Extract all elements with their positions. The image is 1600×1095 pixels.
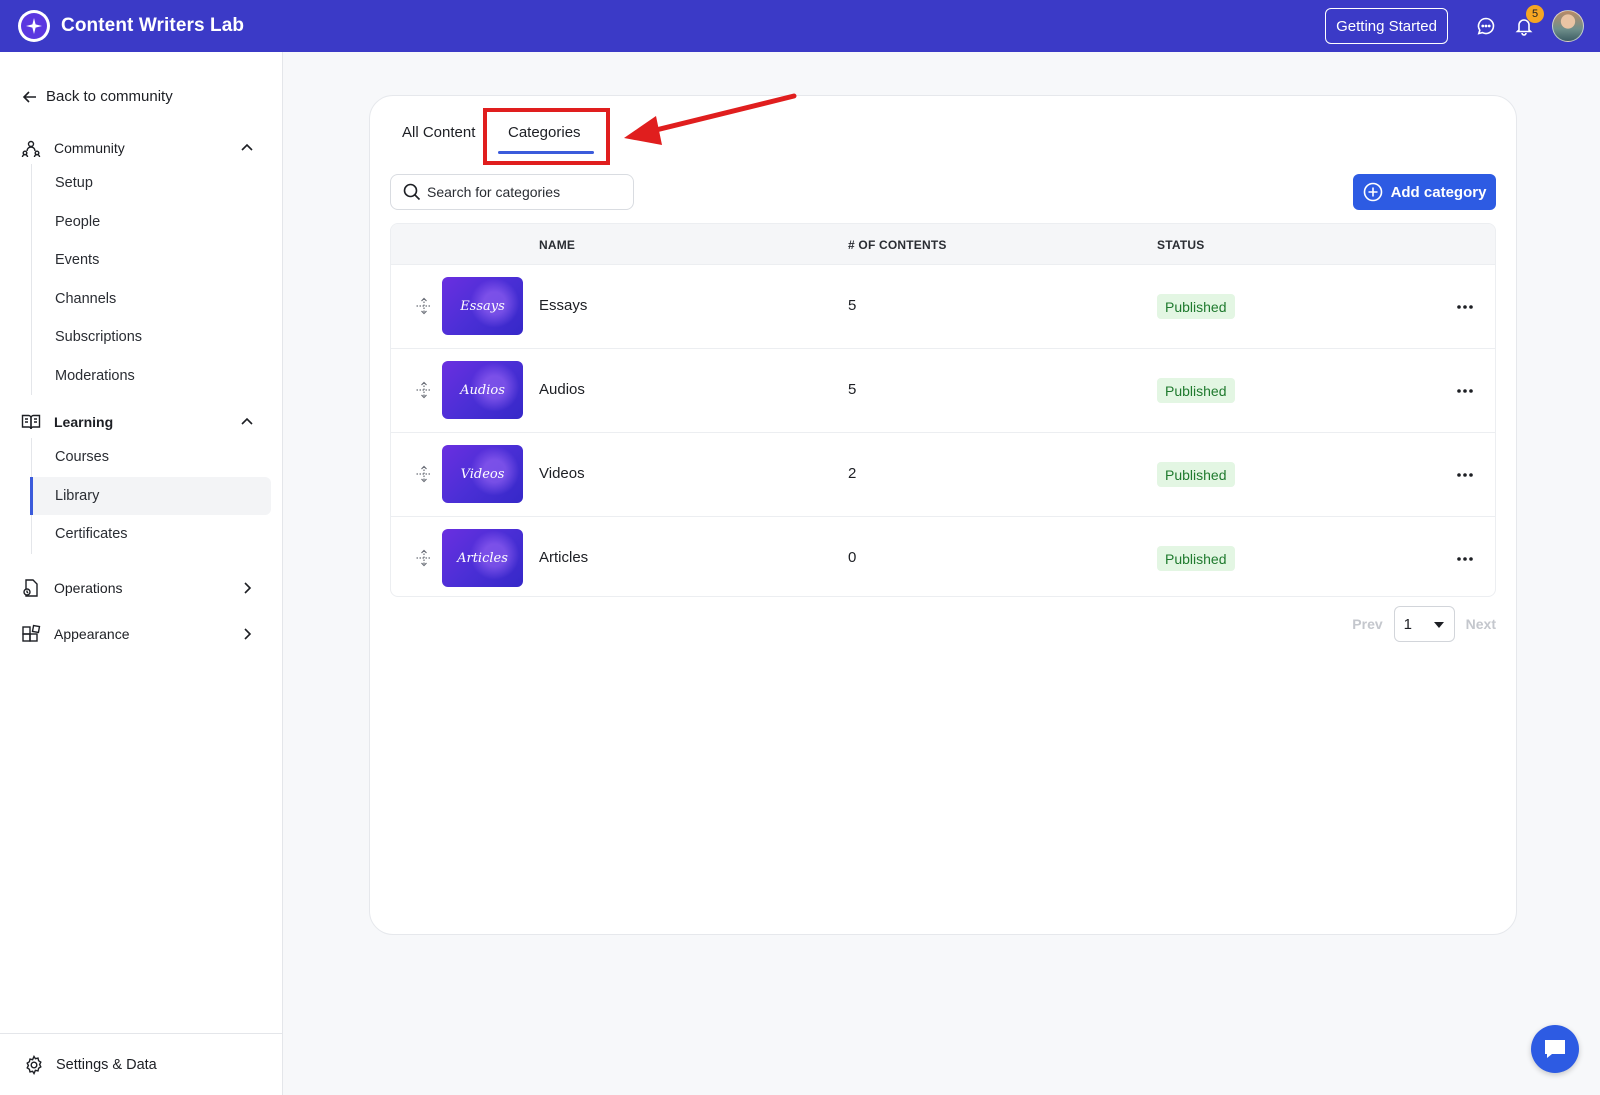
sidebar-item-moderations[interactable]: Moderations (32, 357, 271, 396)
categories-table: NAME # OF CONTENTS STATUS Essays Essays … (390, 223, 1496, 597)
sidebar-section-label: Operations (54, 580, 123, 596)
category-name[interactable]: Essays (539, 297, 587, 314)
content-count: 5 (848, 381, 857, 398)
next-page-button[interactable]: Next (1466, 616, 1496, 632)
gear-icon (26, 1054, 42, 1075)
more-options-icon[interactable] (1453, 295, 1477, 319)
drag-handle-icon[interactable] (415, 297, 433, 315)
learning-subnav: Courses Library Certificates (30, 438, 271, 554)
sidebar-section-label: Learning (54, 414, 114, 430)
column-header-contents[interactable]: # OF CONTENTS (848, 238, 947, 252)
drag-handle-icon[interactable] (415, 465, 433, 483)
category-thumbnail: Essays (442, 277, 523, 335)
chat-widget-button[interactable] (1531, 1025, 1579, 1073)
content-count: 5 (848, 297, 857, 314)
back-to-community-link[interactable]: Back to community (22, 88, 173, 105)
sidebar-section-operations[interactable]: Operations (20, 574, 266, 602)
top-navbar: Content Writers Lab Getting Started 5 (0, 0, 1600, 52)
table-row[interactable]: Videos Videos 2 Published (391, 432, 1495, 516)
add-category-button[interactable]: Add category (1353, 174, 1496, 210)
sidebar-section-appearance[interactable]: Appearance (20, 620, 266, 648)
content-count: 0 (848, 549, 857, 566)
sidebar-item-subscriptions[interactable]: Subscriptions (32, 318, 271, 357)
status-badge: Published (1157, 546, 1235, 571)
status-badge: Published (1157, 462, 1235, 487)
settings-and-data-link[interactable]: Settings & Data (0, 1033, 283, 1095)
prev-page-button[interactable]: Prev (1352, 616, 1382, 632)
sidebar-item-certificates[interactable]: Certificates (32, 515, 271, 554)
chevron-right-icon (238, 579, 256, 597)
thumbnail-text: Videos (460, 466, 505, 482)
chat-icon[interactable] (1474, 14, 1498, 38)
more-options-icon[interactable] (1453, 379, 1477, 403)
table-row[interactable]: Audios Audios 5 Published (391, 348, 1495, 432)
category-thumbnail: Videos (442, 445, 523, 503)
drag-handle-icon[interactable] (415, 381, 433, 399)
category-thumbnail: Articles (442, 529, 523, 587)
caret-down-icon (1433, 622, 1444, 628)
page-number: 1 (1403, 615, 1412, 633)
user-avatar[interactable] (1552, 10, 1584, 42)
sidebar-section-community[interactable]: Community (20, 134, 266, 162)
category-name[interactable]: Audios (539, 381, 585, 398)
content-card: All Content Categories Add category NAME… (369, 95, 1517, 935)
sidebar-item-people[interactable]: People (32, 203, 271, 242)
search-input[interactable] (427, 184, 627, 200)
pagination: Prev 1 Next (1352, 606, 1496, 642)
sidebar-item-setup[interactable]: Setup (32, 164, 271, 203)
search-box[interactable] (390, 174, 634, 210)
chat-bubble-icon (1545, 1040, 1565, 1058)
sidebar-item-courses[interactable]: Courses (32, 438, 271, 477)
brand[interactable]: Content Writers Lab (18, 10, 244, 42)
search-icon (403, 183, 421, 201)
page-select[interactable]: 1 (1393, 606, 1455, 642)
chevron-up-icon (238, 413, 256, 431)
drag-handle-icon[interactable] (415, 549, 433, 567)
thumbnail-text: Articles (457, 550, 508, 566)
community-icon (20, 137, 42, 159)
getting-started-button[interactable]: Getting Started (1325, 8, 1448, 44)
category-name[interactable]: Videos (539, 465, 585, 482)
sidebar-section-label: Community (54, 140, 125, 156)
status-badge: Published (1157, 294, 1235, 319)
category-thumbnail: Audios (442, 361, 523, 419)
add-category-label: Add category (1390, 183, 1487, 201)
arrow-left-icon (22, 90, 36, 103)
notification-badge: 5 (1526, 5, 1544, 23)
content-count: 2 (848, 465, 857, 482)
settings-label: Settings & Data (56, 1056, 157, 1073)
table-row[interactable]: Essays Essays 5 Published (391, 264, 1495, 348)
more-options-icon[interactable] (1453, 547, 1477, 571)
annotation-highlight-box (483, 108, 610, 165)
sidebar: Back to community Community Setup People… (0, 52, 283, 1095)
tab-all-content[interactable]: All Content (402, 124, 475, 141)
bell-icon[interactable]: 5 (1512, 5, 1544, 38)
plus-circle-icon (1363, 182, 1382, 202)
sidebar-section-label: Appearance (54, 626, 130, 642)
appearance-icon (20, 623, 42, 645)
sidebar-item-channels[interactable]: Channels (32, 280, 271, 319)
chevron-up-icon (238, 139, 256, 157)
status-badge: Published (1157, 378, 1235, 403)
sidebar-item-events[interactable]: Events (32, 241, 271, 280)
sidebar-item-library[interactable]: Library (30, 476, 271, 515)
more-options-icon[interactable] (1453, 463, 1477, 487)
category-name[interactable]: Articles (539, 549, 588, 566)
column-header-status[interactable]: STATUS (1157, 238, 1204, 252)
table-row[interactable]: Articles Articles 0 Published (391, 516, 1495, 596)
operations-icon (20, 577, 42, 599)
community-subnav: Setup People Events Channels Subscriptio… (31, 164, 271, 395)
book-icon (20, 411, 42, 433)
chevron-right-icon (238, 625, 256, 643)
thumbnail-text: Essays (460, 298, 505, 314)
back-label: Back to community (46, 88, 173, 105)
column-header-name[interactable]: NAME (539, 238, 575, 252)
brand-title: Content Writers Lab (61, 15, 245, 36)
table-header: NAME # OF CONTENTS STATUS (391, 224, 1495, 264)
sidebar-section-learning[interactable]: Learning (20, 408, 266, 436)
thumbnail-text: Audios (460, 382, 505, 398)
brand-logo-icon (18, 10, 50, 42)
